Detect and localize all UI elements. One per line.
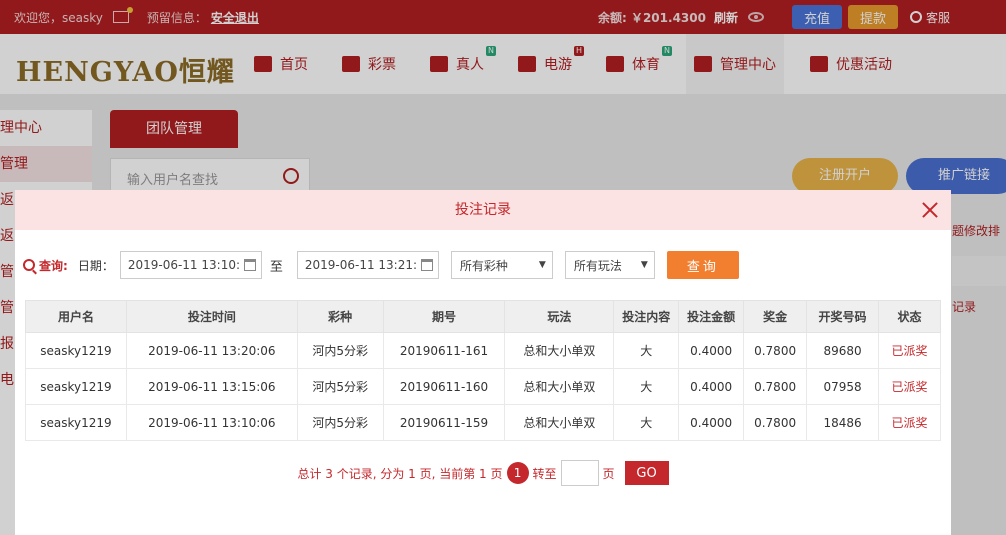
cell-status: 已派奖 bbox=[878, 332, 941, 369]
cell-draw-number: 89680 bbox=[806, 332, 880, 369]
date-label: 日期： bbox=[77, 258, 114, 273]
table-row: seasky1219 2019-06-11 13:10:06 河内5分彩 201… bbox=[25, 404, 941, 441]
go-button[interactable]: GO bbox=[624, 461, 669, 485]
cell-prize: 0.7800 bbox=[743, 368, 808, 405]
cell-play: 总和大小单双 bbox=[504, 368, 615, 405]
calendar-icon[interactable] bbox=[420, 259, 433, 271]
bet-records-table: 用户名 投注时间 彩种 期号 玩法 投注内容 投注金额 奖金 开奖号码 状态 s… bbox=[25, 300, 941, 441]
cell-amount: 0.4000 bbox=[678, 404, 745, 441]
cell-issue: 20190611-160 bbox=[382, 368, 506, 405]
cell-bet-time: 2019-06-11 13:10:06 bbox=[125, 404, 298, 441]
start-date-field[interactable] bbox=[119, 251, 262, 279]
column-header: 投注金额 bbox=[678, 300, 745, 333]
calendar-icon[interactable] bbox=[243, 259, 256, 271]
cell-issue: 20190611-159 bbox=[382, 404, 506, 441]
cell-lottery: 河内5分彩 bbox=[296, 368, 384, 405]
cell-bet-time: 2019-06-11 13:15:06 bbox=[125, 368, 298, 405]
cell-draw-number: 07958 bbox=[806, 368, 880, 405]
table-header-row: 用户名 投注时间 彩种 期号 玩法 投注内容 投注金额 奖金 开奖号码 状态 bbox=[25, 300, 941, 333]
cell-content: 大 bbox=[613, 404, 680, 441]
current-page-indicator[interactable]: 1 bbox=[506, 462, 529, 484]
dropdown-arrow-icon: ▼ bbox=[640, 260, 648, 270]
goto-page-field[interactable] bbox=[560, 460, 599, 486]
cell-prize: 0.7800 bbox=[743, 404, 808, 441]
column-header: 投注时间 bbox=[125, 300, 298, 333]
query-label: 查询: bbox=[23, 257, 68, 274]
column-header: 期号 bbox=[382, 300, 506, 333]
cell-content: 大 bbox=[613, 332, 680, 369]
column-header: 状态 bbox=[878, 300, 941, 333]
play-type-select[interactable]: 所有玩法 ▼ bbox=[564, 251, 655, 279]
query-button[interactable]: 查询 bbox=[666, 251, 739, 279]
bet-records-modal: 投注记录 查询: 日期： 至 所有彩种 ▼ 所有玩法 ▼ 查询 用户 bbox=[15, 190, 951, 535]
pagination: 总计 3 个记录, 分为 1 页, 当前第 1 页 1 转至 页 GO bbox=[15, 460, 951, 486]
cell-status: 已派奖 bbox=[878, 404, 941, 441]
cell-amount: 0.4000 bbox=[678, 368, 745, 405]
lottery-type-select[interactable]: 所有彩种 ▼ bbox=[450, 251, 553, 279]
cell-lottery: 河内5分彩 bbox=[296, 332, 384, 369]
cell-amount: 0.4000 bbox=[678, 332, 745, 369]
pagination-summary: 总计 3 个记录, 分为 1 页, 当前第 1 页 bbox=[297, 466, 503, 481]
table-row: seasky1219 2019-06-11 13:15:06 河内5分彩 201… bbox=[25, 368, 941, 405]
table-row: seasky1219 2019-06-11 13:20:06 河内5分彩 201… bbox=[25, 332, 941, 369]
column-header: 彩种 bbox=[296, 300, 384, 333]
cell-username: seasky1219 bbox=[25, 368, 127, 405]
cell-bet-time: 2019-06-11 13:20:06 bbox=[125, 332, 298, 369]
column-header: 用户名 bbox=[25, 300, 127, 333]
cell-content: 大 bbox=[613, 368, 680, 405]
cell-prize: 0.7800 bbox=[743, 332, 808, 369]
column-header: 开奖号码 bbox=[806, 300, 880, 333]
modal-header: 投注记录 bbox=[15, 190, 951, 230]
column-header: 投注内容 bbox=[613, 300, 680, 333]
column-header: 奖金 bbox=[743, 300, 808, 333]
cell-play: 总和大小单双 bbox=[504, 404, 615, 441]
cell-lottery: 河内5分彩 bbox=[296, 404, 384, 441]
to-label: 至 bbox=[269, 259, 283, 275]
page-unit-label: 页 bbox=[602, 466, 615, 481]
play-type-value: 所有玩法 bbox=[573, 258, 622, 273]
cell-issue: 20190611-161 bbox=[382, 332, 506, 369]
cell-play: 总和大小单双 bbox=[504, 332, 615, 369]
lottery-type-value: 所有彩种 bbox=[459, 258, 508, 273]
cell-draw-number: 18486 bbox=[806, 404, 880, 441]
column-header: 玩法 bbox=[504, 300, 615, 333]
cell-username: seasky1219 bbox=[25, 332, 127, 369]
close-icon[interactable] bbox=[921, 201, 939, 219]
dropdown-arrow-icon: ▼ bbox=[538, 260, 546, 270]
goto-label: 转至 bbox=[532, 466, 557, 481]
cell-username: seasky1219 bbox=[25, 404, 127, 441]
modal-title: 投注记录 bbox=[455, 202, 511, 218]
end-date-field[interactable] bbox=[296, 251, 439, 279]
query-bar: 查询: 日期： 至 所有彩种 ▼ 所有玩法 ▼ 查询 bbox=[15, 250, 951, 280]
query-label-text: 查询: bbox=[39, 258, 68, 273]
cell-status: 已派奖 bbox=[878, 368, 941, 405]
search-icon bbox=[23, 259, 35, 271]
